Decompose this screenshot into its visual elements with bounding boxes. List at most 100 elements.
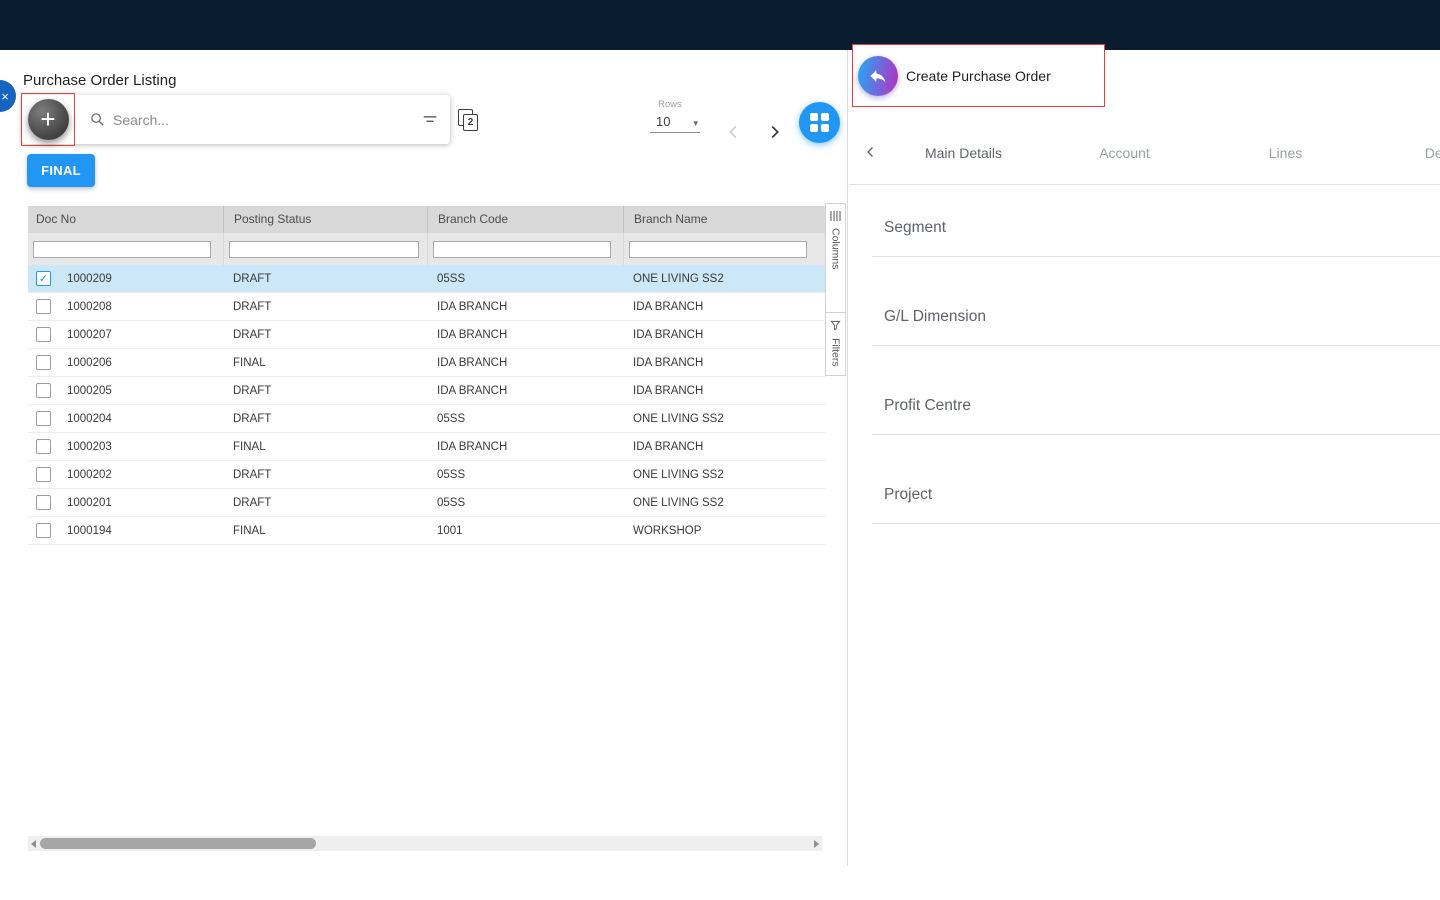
final-filter-button[interactable]: FINAL bbox=[27, 154, 95, 187]
row-checkbox[interactable] bbox=[36, 355, 51, 370]
field-label: G/L Dimension bbox=[884, 308, 986, 325]
cell-branch-name: ONE LIVING SS2 bbox=[633, 272, 724, 285]
cell-doc-no: 1000208 bbox=[28, 293, 223, 320]
cell-posting-status: DRAFT bbox=[233, 300, 272, 313]
column-header-doc-no[interactable]: Doc No bbox=[28, 206, 223, 233]
field-label: Project bbox=[884, 486, 933, 503]
tabs-scroll-left-button[interactable] bbox=[862, 143, 880, 161]
table-filter-row bbox=[28, 233, 825, 265]
next-page-button[interactable] bbox=[762, 120, 786, 144]
table-row-1000207[interactable]: 1000207 DRAFT IDA BRANCH IDA BRANCH bbox=[28, 321, 825, 349]
doc-no-text: 1000209 bbox=[67, 272, 112, 285]
tab-account[interactable]: Account bbox=[1044, 138, 1205, 168]
doc-no-text: 1000205 bbox=[67, 384, 112, 397]
apps-grid-button[interactable] bbox=[799, 102, 840, 143]
cell-posting-status: DRAFT bbox=[233, 468, 272, 481]
rows-label: Rows bbox=[658, 99, 682, 110]
filters-tab[interactable]: Filters bbox=[825, 312, 846, 376]
edge-close-button[interactable]: × bbox=[0, 80, 16, 112]
row-checkbox[interactable] bbox=[36, 495, 51, 510]
cell-branch-name: ONE LIVING SS2 bbox=[633, 412, 724, 425]
add-button-highlight: + bbox=[21, 93, 75, 146]
search-bar bbox=[22, 95, 450, 144]
columns-icon bbox=[830, 211, 841, 221]
cell-doc-no: 1000205 bbox=[28, 377, 223, 404]
doc-no-text: 1000204 bbox=[67, 412, 112, 425]
row-checkbox[interactable] bbox=[36, 327, 51, 342]
doc-no-text: 1000207 bbox=[67, 328, 112, 341]
grid-icon bbox=[810, 113, 829, 132]
column-header-branch-code[interactable]: Branch Code bbox=[427, 206, 623, 233]
cell-branch-name: ONE LIVING SS2 bbox=[633, 468, 724, 481]
table-row-1000194[interactable]: 1000194 FINAL 1001 WORKSHOP bbox=[28, 517, 825, 545]
prev-page-button[interactable] bbox=[722, 120, 746, 144]
column-header-branch-name[interactable]: Branch Name bbox=[623, 206, 825, 233]
doc-no-text: 1000206 bbox=[67, 356, 112, 369]
field-project[interactable]: Project bbox=[872, 467, 1440, 524]
table-row-1000206[interactable]: 1000206 FINAL IDA BRANCH IDA BRANCH bbox=[28, 349, 825, 377]
cell-doc-no: 1000202 bbox=[28, 461, 223, 488]
filter-input-branch-name[interactable] bbox=[629, 240, 807, 258]
tab-lines[interactable]: Lines bbox=[1205, 138, 1366, 168]
row-checkbox[interactable] bbox=[36, 523, 51, 538]
cell-branch-code: IDA BRANCH bbox=[437, 328, 508, 341]
cell-branch-code: IDA BRANCH bbox=[437, 440, 508, 453]
tab-main-details[interactable]: Main Details bbox=[883, 138, 1044, 168]
table-row-1000209[interactable]: ✓ 1000209 DRAFT 05SS ONE LIVING SS2 bbox=[28, 265, 825, 293]
close-icon: × bbox=[1, 88, 9, 104]
row-checkbox[interactable] bbox=[36, 299, 51, 314]
table-row-1000205[interactable]: 1000205 DRAFT IDA BRANCH IDA BRANCH bbox=[28, 377, 825, 405]
table-row-1000203[interactable]: 1000203 FINAL IDA BRANCH IDA BRANCH bbox=[28, 433, 825, 461]
filter-cell bbox=[223, 233, 427, 265]
row-checkbox[interactable] bbox=[36, 439, 51, 454]
duplicate-button[interactable]: 2 bbox=[455, 107, 483, 135]
doc-no-text: 1000203 bbox=[67, 440, 112, 453]
column-header-posting-status[interactable]: Posting Status bbox=[223, 206, 427, 233]
cell-posting-status: DRAFT bbox=[233, 272, 272, 285]
cell-branch-code: 05SS bbox=[437, 272, 466, 285]
tab-deliver[interactable]: Deliver bbox=[1366, 138, 1440, 168]
filter-input-posting-status[interactable] bbox=[229, 240, 419, 258]
filter-input-branch-code[interactable] bbox=[433, 240, 611, 258]
row-checkbox[interactable] bbox=[36, 383, 51, 398]
filter-cell bbox=[427, 233, 623, 265]
table-header-row: Doc No Posting Status Branch Code Branch Na… bbox=[28, 206, 825, 233]
caret-down-icon: ▾ bbox=[693, 118, 698, 128]
table-row-1000201[interactable]: 1000201 DRAFT 05SS ONE LIVING SS2 bbox=[28, 489, 825, 517]
table-row-1000208[interactable]: 1000208 DRAFT IDA BRANCH IDA BRANCH bbox=[28, 293, 825, 321]
field-profit-centre[interactable]: Profit Centre bbox=[872, 378, 1440, 435]
add-purchase-order-button[interactable]: + bbox=[27, 99, 69, 140]
rows-per-page-select[interactable]: Rows 10 ▾ bbox=[650, 99, 706, 133]
chevron-left-icon bbox=[729, 125, 737, 139]
search-input[interactable] bbox=[111, 110, 401, 129]
table-side-tabs: Columns Filters bbox=[825, 203, 846, 376]
filter-input-doc-no[interactable] bbox=[33, 240, 211, 258]
back-button[interactable] bbox=[858, 55, 898, 96]
doc-no-text: 1000202 bbox=[67, 468, 112, 481]
back-arrow-icon bbox=[870, 69, 886, 83]
table-row-1000204[interactable]: 1000204 DRAFT 05SS ONE LIVING SS2 bbox=[28, 405, 825, 433]
columns-tab[interactable]: Columns bbox=[825, 203, 846, 313]
cell-branch-code: 1001 bbox=[437, 524, 463, 537]
cell-branch-code: 05SS bbox=[437, 496, 466, 509]
cell-posting-status: DRAFT bbox=[233, 496, 272, 509]
detail-title: Create Purchase Order bbox=[906, 67, 1051, 84]
detail-fields: Segment G/L Dimension Profit Centre Project bbox=[872, 200, 1440, 556]
row-checkbox[interactable]: ✓ bbox=[36, 271, 51, 286]
detail-tabs: Main DetailsAccountLinesDeliver bbox=[883, 138, 1440, 168]
scrollbar-thumb[interactable] bbox=[40, 838, 316, 849]
table-row-1000202[interactable]: 1000202 DRAFT 05SS ONE LIVING SS2 bbox=[28, 461, 825, 489]
field-segment[interactable]: Segment bbox=[872, 200, 1440, 257]
scroll-right-arrow[interactable] bbox=[814, 839, 819, 848]
create-purchase-order-panel: Create Purchase Order Main Details Accoun… bbox=[849, 44, 1440, 866]
field-g-l-dimension[interactable]: G/L Dimension bbox=[872, 289, 1440, 346]
cell-branch-code: IDA BRANCH bbox=[437, 384, 508, 397]
row-checkbox[interactable] bbox=[36, 467, 51, 482]
field-label: Profit Centre bbox=[884, 397, 972, 414]
chevron-right-icon bbox=[771, 125, 779, 139]
row-checkbox[interactable] bbox=[36, 411, 51, 426]
filter-icon[interactable] bbox=[422, 113, 438, 126]
scroll-left-arrow[interactable] bbox=[31, 839, 36, 848]
horizontal-scrollbar[interactable] bbox=[28, 836, 822, 851]
table-body: ✓ 1000209 DRAFT 05SS ONE LIVING SS2 1000… bbox=[28, 265, 825, 545]
